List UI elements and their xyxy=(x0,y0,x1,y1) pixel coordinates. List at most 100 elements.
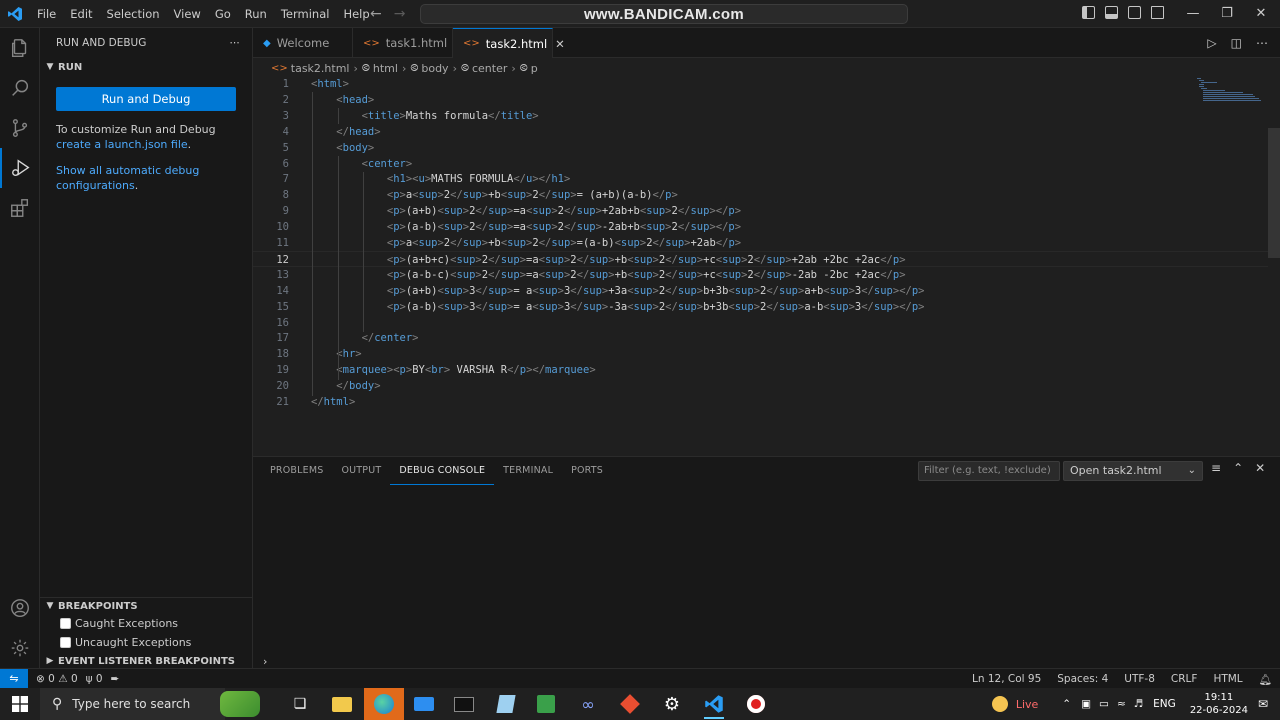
forward-arrow-icon[interactable]: → xyxy=(394,6,406,22)
code-line[interactable]: 8 <p>a<sup>2</sup>+b<sup>2</sup>= (a+b)(… xyxy=(253,187,1268,203)
toggle-secondary-sidebar-icon[interactable] xyxy=(1128,6,1141,19)
tab-task1[interactable]: <> task1.html xyxy=(353,28,453,58)
menu-edit[interactable]: Edit xyxy=(63,0,99,28)
editor-scrollbar[interactable] xyxy=(1268,76,1280,456)
back-arrow-icon[interactable]: ← xyxy=(370,6,382,22)
code-line[interactable]: 12 <p>(a+b+c)<sup>2</sup>=a<sup>2</sup>+… xyxy=(253,250,1268,267)
tab-output[interactable]: OUTPUT xyxy=(332,457,390,485)
cursor-position[interactable]: Ln 12, Col 95 xyxy=(964,673,1049,685)
wifi-icon[interactable]: ≈ xyxy=(1117,698,1126,710)
menu-view[interactable]: View xyxy=(167,0,208,28)
uncaught-exceptions-checkbox[interactable] xyxy=(60,636,71,648)
notification-center-icon[interactable]: ✉ xyxy=(1258,697,1268,711)
tab-task2[interactable]: <> task2.html ✕ xyxy=(453,28,565,58)
terminal-app-icon[interactable] xyxy=(444,688,484,720)
breadcrumb-center[interactable]: center xyxy=(472,62,507,75)
debug-session-select[interactable]: Open task2.html ⌄ xyxy=(1063,461,1203,481)
minimize-icon[interactable]: — xyxy=(1176,0,1210,28)
toggle-panel-icon[interactable] xyxy=(1105,6,1118,19)
code-line[interactable]: 9 <p>(a+b)<sup>2</sup>=a<sup>2</sup>+2ab… xyxy=(253,203,1268,219)
breadcrumb-html[interactable]: html xyxy=(373,62,398,75)
problems-status[interactable]: ⊗ 0 ⚠ 0 xyxy=(36,673,78,685)
file-explorer-icon[interactable] xyxy=(322,688,362,720)
menu-terminal[interactable]: Terminal xyxy=(274,0,337,28)
ports-status[interactable]: ψ 0 xyxy=(86,673,103,685)
code-line[interactable]: 1 <html> xyxy=(253,76,1268,92)
toggle-sidebar-icon[interactable] xyxy=(1082,6,1095,19)
close-icon[interactable]: ✕ xyxy=(555,37,565,51)
code-line[interactable]: 20 </body> xyxy=(253,378,1268,394)
network-icon[interactable]: ▣ xyxy=(1081,698,1091,710)
task-view-icon[interactable]: ❏ xyxy=(280,688,320,720)
more-actions-icon[interactable]: ⋯ xyxy=(230,37,241,49)
debug-console-filter-input[interactable]: Filter (e.g. text, !exclude) xyxy=(918,461,1060,481)
code-line[interactable]: 11 <p>a<sup>2</sup>+b<sup>2</sup>=(a-b)<… xyxy=(253,235,1268,251)
extensions-icon[interactable] xyxy=(0,188,40,228)
vscode-logo-icon[interactable] xyxy=(0,0,30,28)
live-label[interactable]: Live xyxy=(1016,698,1038,711)
menu-file[interactable]: File xyxy=(30,0,63,28)
clear-console-icon[interactable]: ≡ xyxy=(1211,461,1221,475)
taskbar-search[interactable]: ⚲ Type here to search xyxy=(40,688,260,720)
split-editor-icon[interactable]: ◫ xyxy=(1231,36,1242,50)
indentation[interactable]: Spaces: 4 xyxy=(1049,673,1116,685)
menu-go[interactable]: Go xyxy=(208,0,238,28)
tab-debug-console[interactable]: DEBUG CONSOLE xyxy=(390,457,495,485)
command-center[interactable]: www.BANDICAM.com xyxy=(420,4,908,24)
code-line[interactable]: 5 <body> xyxy=(253,140,1268,156)
source-control-icon[interactable] xyxy=(0,108,40,148)
taskbar-clock[interactable]: 19:11 22-06-2024 xyxy=(1180,691,1258,717)
settings-gear-icon[interactable]: ⚙ xyxy=(652,688,692,720)
code-line[interactable]: 10 <p>(a-b)<sup>2</sup>=a<sup>2</sup>-2a… xyxy=(253,219,1268,235)
notifications-bell-icon[interactable]: 🔔︎ xyxy=(1251,673,1280,686)
breakpoints-header[interactable]: ▼ BREAKPOINTS xyxy=(40,597,253,615)
news-widget-icon[interactable] xyxy=(220,691,260,717)
search-icon[interactable] xyxy=(0,68,40,108)
debug-status-icon[interactable]: ➨ xyxy=(111,673,120,685)
edge-browser-icon[interactable] xyxy=(364,688,404,720)
code-line[interactable]: 3 <title>Maths formula</title> xyxy=(253,108,1268,124)
restore-icon[interactable]: ❐ xyxy=(1210,0,1244,28)
mail-icon[interactable] xyxy=(404,688,444,720)
code-line[interactable]: 4 </head> xyxy=(253,124,1268,140)
end-of-line[interactable]: CRLF xyxy=(1163,673,1206,685)
language-mode[interactable]: HTML xyxy=(1205,673,1250,685)
chevron-up-icon[interactable]: ⌃ xyxy=(1062,698,1071,710)
windows-start-icon[interactable] xyxy=(0,688,40,720)
volume-icon[interactable]: ♬ xyxy=(1134,698,1143,710)
code-line[interactable]: 15 <p>(a-b)<sup>3</sup>= a<sup>3</sup>-3… xyxy=(253,299,1268,315)
run-play-icon[interactable]: ▷ xyxy=(1207,36,1216,50)
link-app-icon[interactable]: ∞ xyxy=(568,688,608,720)
code-line[interactable]: 13 <p>(a-b-c)<sup>2</sup>=a<sup>2</sup>+… xyxy=(253,267,1268,283)
breadcrumb-p[interactable]: p xyxy=(531,62,538,75)
accounts-icon[interactable] xyxy=(0,588,40,628)
spreadsheet-icon[interactable] xyxy=(526,688,566,720)
code-line[interactable]: 6 <center> xyxy=(253,156,1268,172)
customize-layout-icon[interactable] xyxy=(1151,6,1164,19)
create-launch-json-link[interactable]: create a launch.json file xyxy=(56,138,188,151)
more-actions-icon[interactable]: ⋯ xyxy=(1256,36,1268,50)
remote-indicator-icon[interactable]: ⇋ xyxy=(0,668,28,689)
run-section-header[interactable]: ▼ RUN xyxy=(40,58,252,76)
minimap[interactable] xyxy=(1197,78,1261,104)
maximize-panel-icon[interactable]: ⌃ xyxy=(1233,461,1243,475)
code-line[interactable]: 21 </html> xyxy=(253,394,1268,410)
vscode-taskbar-icon[interactable] xyxy=(694,688,734,720)
tab-ports[interactable]: PORTS xyxy=(562,457,612,485)
breadcrumb-file[interactable]: task2.html xyxy=(291,62,350,75)
breakpoint-caught-exceptions[interactable]: Caught Exceptions xyxy=(60,614,178,632)
code-line[interactable]: 17 </center> xyxy=(253,330,1268,346)
breadcrumb-body[interactable]: body xyxy=(421,62,448,75)
code-line[interactable]: 19 <marquee><p>BY<br> VARSHA R</p></marq… xyxy=(253,362,1268,378)
notepad-icon[interactable] xyxy=(486,688,526,720)
git-app-icon[interactable] xyxy=(610,688,650,720)
encoding[interactable]: UTF-8 xyxy=(1116,673,1163,685)
code-editor[interactable]: 1 <html> 2 <head> 3 <title>Maths formula</t… xyxy=(253,76,1280,456)
tab-problems[interactable]: PROBLEMS xyxy=(261,457,332,485)
battery-icon[interactable]: ▭ xyxy=(1099,698,1109,710)
tab-welcome[interactable]: ◆ Welcome xyxy=(253,28,353,58)
tab-terminal[interactable]: TERMINAL xyxy=(494,457,562,485)
manage-gear-icon[interactable] xyxy=(0,628,40,668)
bandicam-record-icon[interactable] xyxy=(736,688,776,720)
run-debug-icon[interactable] xyxy=(0,148,40,188)
